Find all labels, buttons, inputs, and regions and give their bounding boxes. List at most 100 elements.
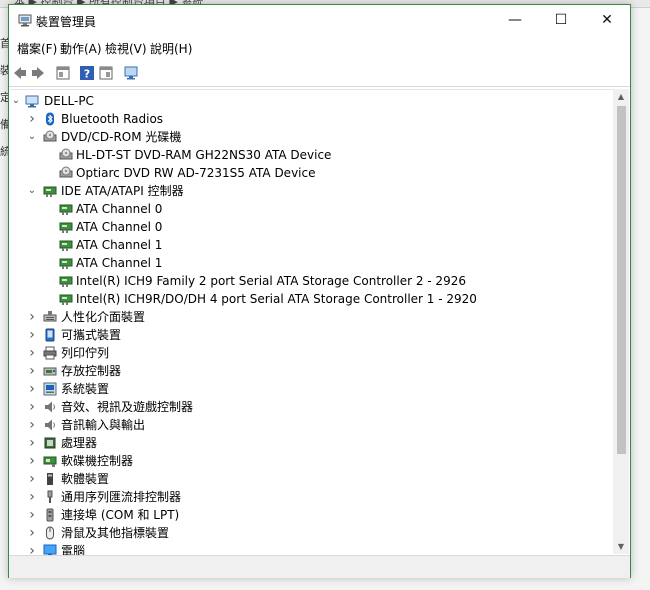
tree-node-label: 人性化介面裝置: [61, 310, 146, 324]
tree-node[interactable]: › 音訊輸入與輸出: [10, 416, 610, 434]
tree-node-label: 電腦: [61, 544, 86, 555]
floppy-controller-icon: [43, 454, 57, 468]
tree-node-label: ATA Channel 0: [76, 220, 163, 234]
tree-node-label: 滑鼠及其他指標裝置: [61, 526, 170, 540]
tree-node[interactable]: › 存放控制器: [10, 362, 610, 380]
tree-node[interactable]: › 系統裝置: [10, 380, 610, 398]
chevron-right-icon[interactable]: ›: [27, 506, 37, 524]
tree-node-label: 軟碟機控制器: [61, 454, 134, 468]
dvd-drive-icon: [59, 166, 73, 180]
back-arrow-icon[interactable]: [12, 65, 28, 81]
tree-node-label: HL-DT-ST DVD-RAM GH22NS30 ATA Device: [76, 148, 332, 162]
tree-node-label: 音效、視訊及遊戲控制器: [61, 400, 194, 414]
device-tree[interactable]: ⌄ DELL-PC › Bluetooth Radios ⌄ DVD/CD-ROM 光碟機…: [10, 89, 613, 555]
chevron-right-icon[interactable]: ›: [27, 308, 37, 326]
help-icon[interactable]: ?: [79, 65, 95, 81]
menu-view[interactable]: 檢視(V): [105, 40, 147, 57]
tree-node-label: 系統裝置: [61, 382, 110, 396]
scan-hardware-icon[interactable]: [123, 65, 139, 81]
tree-node-label: 音訊輸入與輸出: [61, 418, 146, 432]
usb-icon: [43, 490, 57, 504]
tree-node[interactable]: › 軟體裝置: [10, 470, 610, 488]
chevron-down-icon[interactable]: ⌄: [27, 128, 37, 146]
tree-node[interactable]: › 通用序列匯流排控制器: [10, 488, 610, 506]
forward-arrow-icon[interactable]: [30, 65, 46, 81]
chevron-right-icon[interactable]: ›: [27, 452, 37, 470]
dvd-drive-icon: [59, 148, 73, 162]
chevron-right-icon[interactable]: ›: [27, 380, 37, 398]
tree-node-label: ATA Channel 0: [76, 202, 163, 216]
tree-node-label: 通用序列匯流排控制器: [61, 490, 182, 504]
toolbar: ?: [9, 61, 630, 87]
menu-help[interactable]: 說明(H): [150, 40, 192, 57]
chevron-right-icon[interactable]: ›: [27, 524, 37, 542]
tree-node[interactable]: HL-DT-ST DVD-RAM GH22NS30 ATA Device: [10, 146, 610, 164]
tree-node[interactable]: › 人性化介面裝置: [10, 308, 610, 326]
properties-sheet-icon[interactable]: [55, 65, 71, 81]
chevron-right-icon[interactable]: ›: [27, 470, 37, 488]
menu-action[interactable]: 動作(A): [60, 40, 102, 57]
tree-node[interactable]: › 滑鼠及其他指標裝置: [10, 524, 610, 542]
software-device-icon: [43, 472, 57, 486]
tree-node-label: DELL-PC: [44, 94, 94, 108]
chevron-right-icon[interactable]: ›: [27, 362, 37, 380]
ide-controller-icon: [59, 256, 73, 270]
tree-node[interactable]: ⌄ IDE ATA/ATAPI 控制器: [10, 182, 610, 200]
tree-node[interactable]: › 連接埠 (COM 和 LPT): [10, 506, 610, 524]
scroll-up-icon[interactable]: ▲: [613, 89, 629, 104]
vertical-scrollbar[interactable]: ▲ ▼: [613, 89, 629, 554]
minimize-button[interactable]: —: [492, 5, 538, 36]
menu-file[interactable]: 檔案(F): [17, 40, 57, 57]
ide-controller-icon: [59, 202, 73, 216]
view-pane-icon[interactable]: [98, 65, 114, 81]
tree-node[interactable]: Optiarc DVD RW AD-7231S5 ATA Device: [10, 164, 610, 182]
tree-node[interactable]: ATA Channel 0: [10, 200, 610, 218]
tree-node[interactable]: Intel(R) ICH9 Family 2 port Serial ATA S…: [10, 272, 610, 290]
tree-node[interactable]: › 音效、視訊及遊戲控制器: [10, 398, 610, 416]
tree-node[interactable]: › 軟碟機控制器: [10, 452, 610, 470]
tree-node[interactable]: ⌄ DELL-PC: [10, 92, 610, 110]
mouse-icon: [43, 526, 57, 540]
device-manager-icon: [18, 14, 32, 27]
system-device-icon: [43, 382, 57, 396]
tree-node[interactable]: › 列印佇列: [10, 344, 610, 362]
tree-node-label: 處理器: [61, 436, 98, 450]
monitor-icon: [43, 544, 57, 555]
chevron-right-icon[interactable]: ›: [27, 398, 37, 416]
tree-node[interactable]: › Bluetooth Radios: [10, 110, 610, 128]
tree-node[interactable]: Intel(R) ICH9R/DO/DH 4 port Serial ATA S…: [10, 290, 610, 308]
chevron-down-icon[interactable]: ⌄: [11, 92, 21, 110]
tree-node[interactable]: › 電腦: [10, 542, 610, 555]
tree-node[interactable]: › 可攜式裝置: [10, 326, 610, 344]
processor-icon: [43, 436, 57, 450]
speaker-icon: [43, 400, 57, 414]
chevron-right-icon[interactable]: ›: [27, 488, 37, 506]
chevron-right-icon[interactable]: ›: [27, 434, 37, 452]
tree-node-label: 列印佇列: [61, 346, 110, 360]
tree-node-label: ATA Channel 1: [76, 238, 163, 252]
hid-icon: [43, 310, 57, 324]
chevron-right-icon[interactable]: ›: [27, 110, 37, 128]
device-manager-window: 裝置管理員 — ☐ ✕ 檔案(F) 動作(A) 檢視(V) 說明(H) ? ⌄ …: [8, 4, 631, 578]
portable-device-icon: [43, 328, 57, 342]
computer-icon: [25, 94, 39, 108]
chevron-down-icon[interactable]: ⌄: [27, 182, 37, 200]
printer-icon: [43, 346, 57, 360]
title-bar[interactable]: 裝置管理員 — ☐ ✕: [9, 5, 630, 36]
tree-node[interactable]: ATA Channel 0: [10, 218, 610, 236]
close-button[interactable]: ✕: [584, 5, 630, 36]
tree-node[interactable]: ATA Channel 1: [10, 236, 610, 254]
menu-bar: 檔案(F) 動作(A) 檢視(V) 說明(H): [9, 38, 630, 58]
tree-node[interactable]: › 處理器: [10, 434, 610, 452]
chevron-right-icon[interactable]: ›: [27, 542, 37, 555]
status-bar: [9, 555, 630, 578]
tree-node-label: 軟體裝置: [61, 472, 110, 486]
scroll-down-icon[interactable]: ▼: [613, 539, 629, 554]
chevron-right-icon[interactable]: ›: [27, 326, 37, 344]
maximize-button[interactable]: ☐: [538, 5, 584, 36]
scrollbar-thumb[interactable]: [617, 106, 626, 454]
chevron-right-icon[interactable]: ›: [27, 344, 37, 362]
tree-node[interactable]: ⌄ DVD/CD-ROM 光碟機: [10, 128, 610, 146]
tree-node[interactable]: ATA Channel 1: [10, 254, 610, 272]
chevron-right-icon[interactable]: ›: [27, 416, 37, 434]
